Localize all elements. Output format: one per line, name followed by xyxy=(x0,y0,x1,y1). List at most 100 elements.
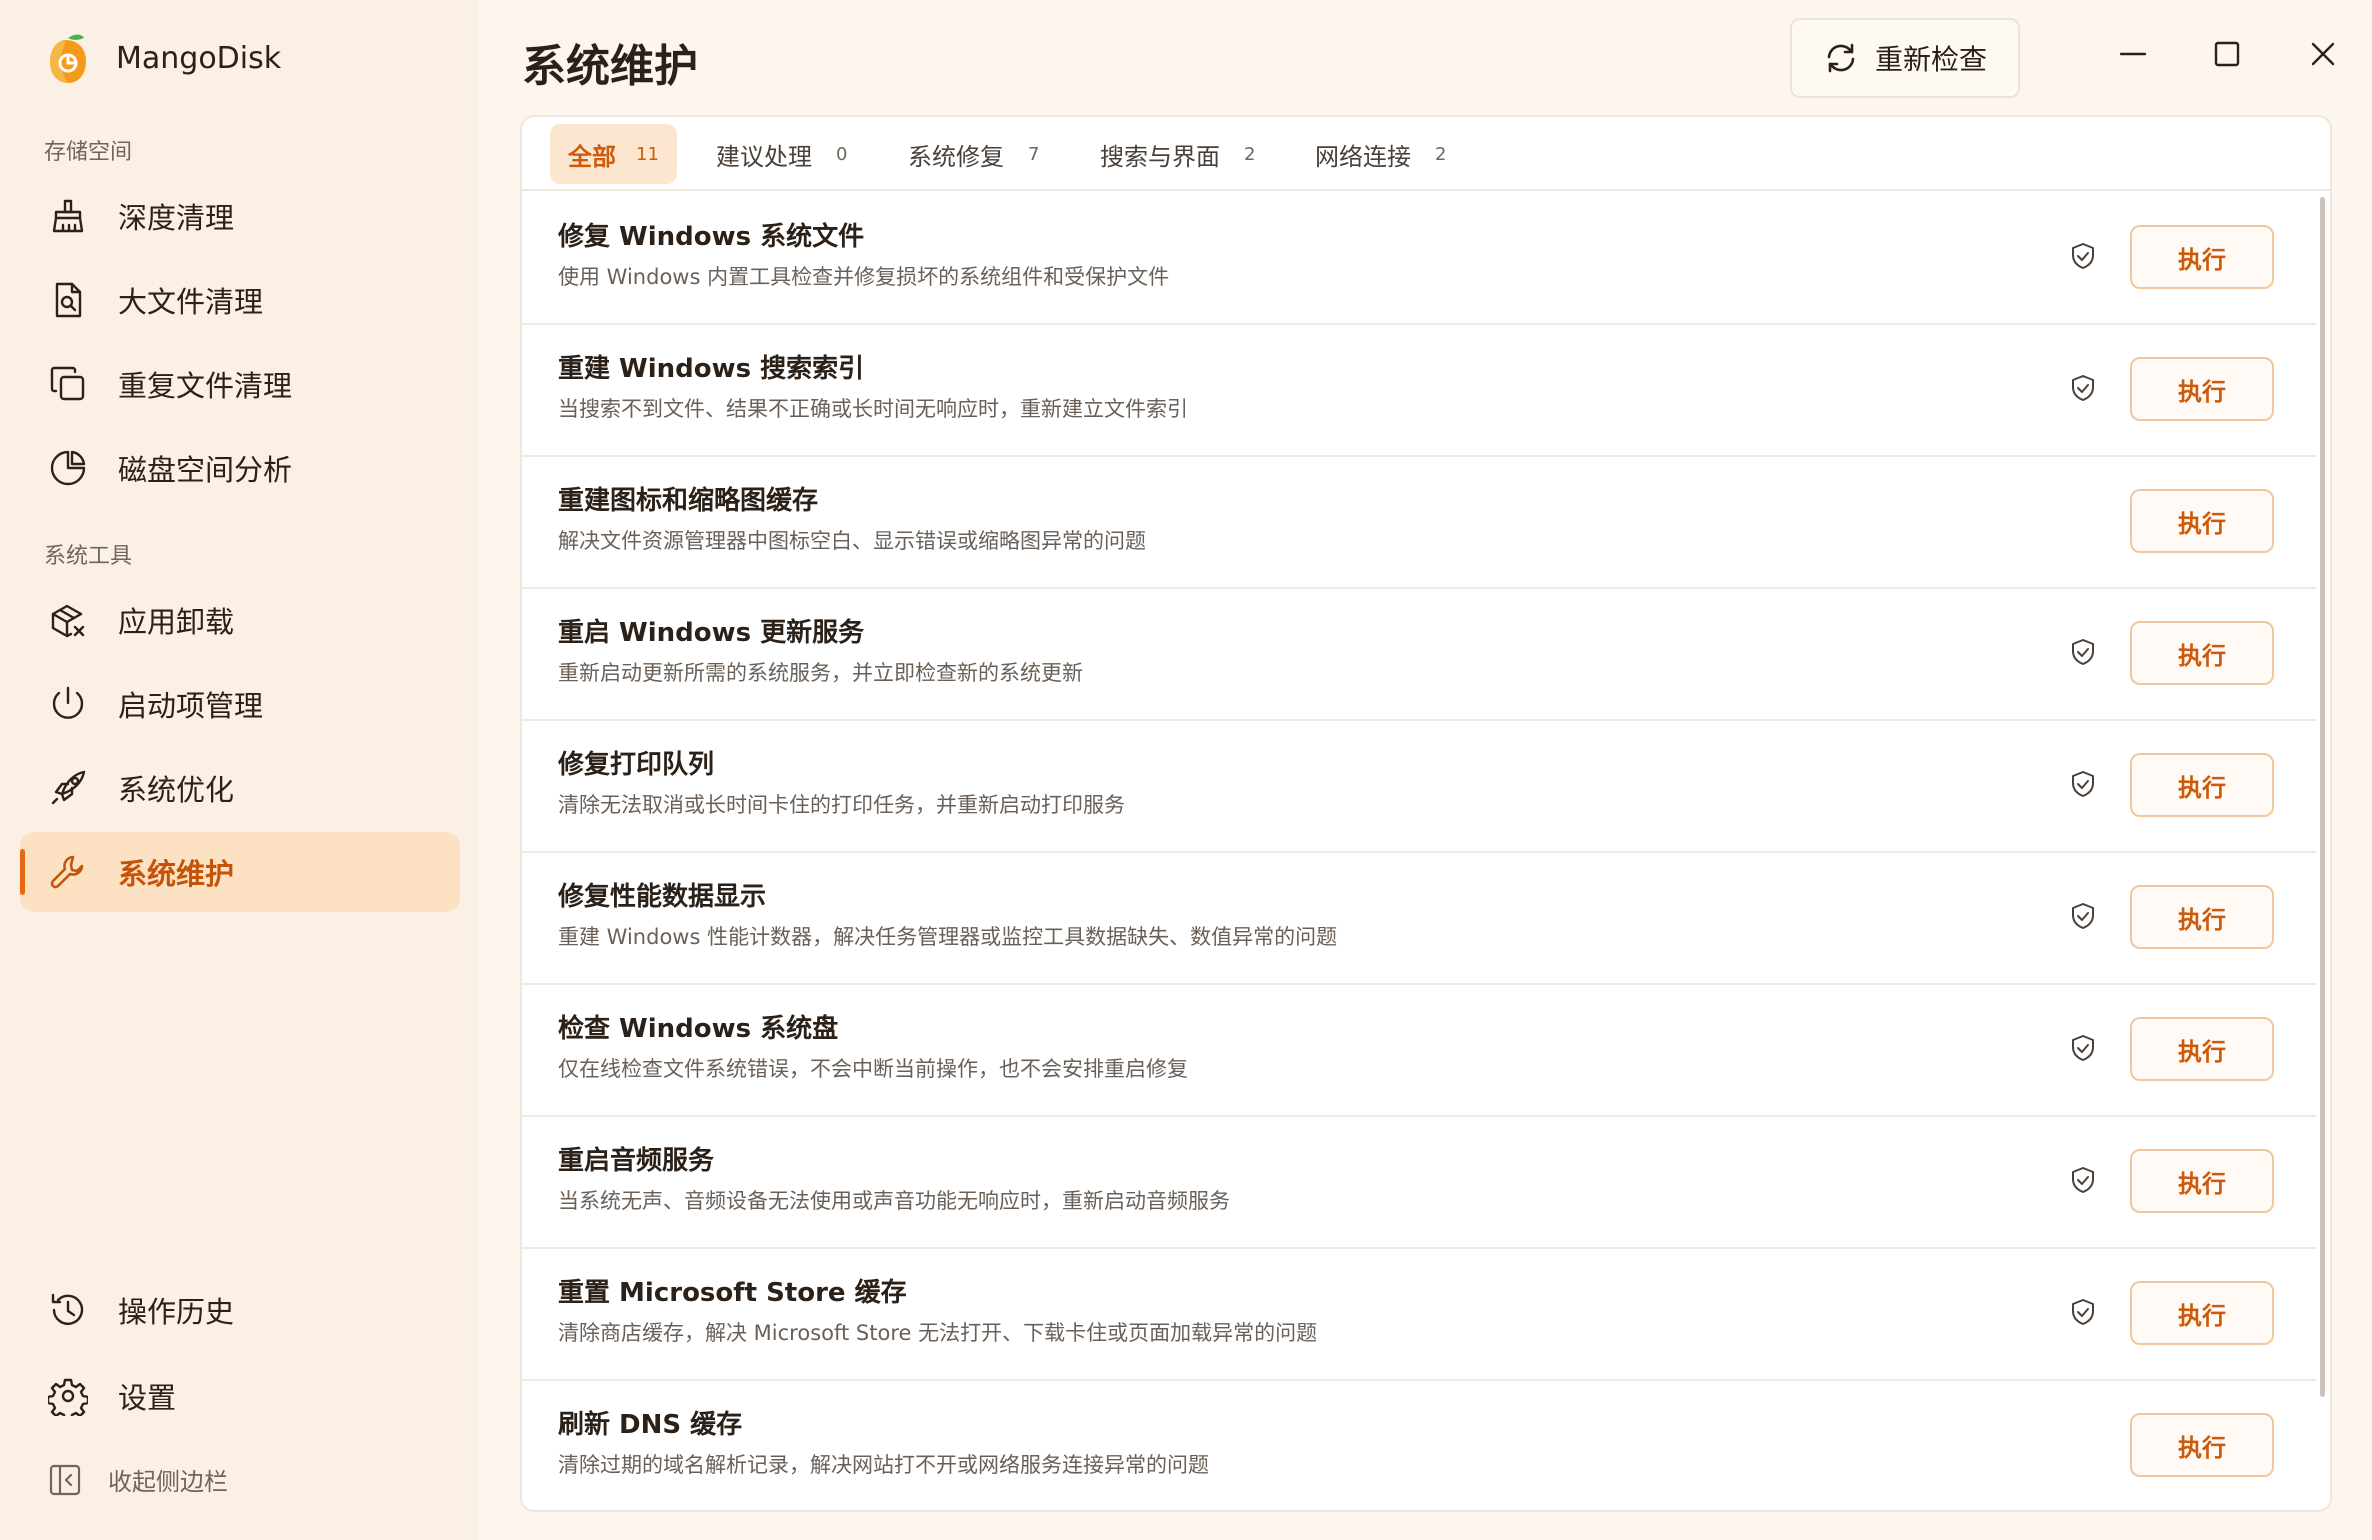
sidebar-item-label: 系统维护 xyxy=(118,857,235,891)
shield-check-icon xyxy=(2072,1035,2094,1061)
sidebar-item-label: 设置 xyxy=(118,1381,177,1415)
group-title-storage: 存储空间 xyxy=(44,140,133,165)
sidebar-item-maintenance[interactable]: 系统维护 xyxy=(20,832,460,912)
history-icon xyxy=(46,1288,90,1332)
maximize-icon xyxy=(2214,41,2240,67)
app-name: MangoDisk xyxy=(116,40,282,76)
copy-icon xyxy=(46,362,90,406)
task-title: 重置 Microsoft Store 缓存 xyxy=(558,1278,907,1308)
tab-count: 11 xyxy=(636,143,659,165)
tab-count: 0 xyxy=(836,143,848,165)
package-x-icon xyxy=(46,598,90,642)
task-description: 清除无法取消或长时间卡住的打印任务，并重新启动打印服务 xyxy=(558,793,1125,817)
sidebar-item-history[interactable]: 操作历史 xyxy=(20,1270,460,1350)
task-description: 当系统无声、音频设备无法使用或声音功能无响应时，重新启动音频服务 xyxy=(558,1189,1230,1213)
tab-label: 全部 xyxy=(568,142,616,171)
tab-count: 2 xyxy=(1244,143,1256,165)
recheck-label: 重新检查 xyxy=(1874,43,1987,76)
execute-button[interactable]: 执行 xyxy=(2130,225,2274,289)
tab-label: 搜索与界面 xyxy=(1100,142,1220,171)
list-item: 修复 Windows 系统文件 使用 Windows 内置工具检查并修复损坏的系… xyxy=(522,193,2316,325)
group-title-tools: 系统工具 xyxy=(44,544,133,569)
shield-check-icon xyxy=(2072,1167,2094,1193)
execute-button[interactable]: 执行 xyxy=(2130,621,2274,685)
gear-icon xyxy=(46,1374,90,1418)
shield-check-icon xyxy=(2072,639,2094,665)
execute-button[interactable]: 执行 xyxy=(2130,1413,2274,1477)
tab-count: 7 xyxy=(1028,143,1040,165)
task-description: 重建 Windows 性能计数器，解决任务管理器或监控工具数据缺失、数值异常的问… xyxy=(558,925,1338,949)
sidebar-item-label: 磁盘空间分析 xyxy=(118,453,293,487)
file-search-icon xyxy=(46,278,90,322)
shield-check-icon xyxy=(2072,771,2094,797)
task-description: 当搜索不到文件、结果不正确或长时间无响应时，重新建立文件索引 xyxy=(558,397,1188,421)
sidebar-item-label: 重复文件清理 xyxy=(118,369,293,403)
sidebar-item-settings[interactable]: 设置 xyxy=(20,1356,460,1436)
execute-button[interactable]: 执行 xyxy=(2130,1281,2274,1345)
task-title: 修复性能数据显示 xyxy=(558,882,767,912)
list-item: 重置 Microsoft Store 缓存 清除商店缓存，解决 Microsof… xyxy=(522,1249,2316,1381)
task-description: 清除过期的域名解析记录，解决网站打不开或网络服务连接异常的问题 xyxy=(558,1453,1209,1477)
sidebar-item-optimize[interactable]: 系统优化 xyxy=(20,748,460,828)
power-icon xyxy=(46,682,90,726)
list-item: 重建图标和缩略图缓存 解决文件资源管理器中图标空白、显示错误或缩略图异常的问题 … xyxy=(522,457,2316,589)
sidebar-item-label: 大文件清理 xyxy=(118,285,264,319)
tab-search-ui[interactable]: 搜索与界面 2 xyxy=(1082,124,1273,184)
list-item: 重建 Windows 搜索索引 当搜索不到文件、结果不正确或长时间无响应时，重新… xyxy=(522,325,2316,457)
sidebar-item-uninstall[interactable]: 应用卸载 xyxy=(20,580,460,660)
task-title: 刷新 DNS 缓存 xyxy=(558,1410,743,1440)
close-button[interactable] xyxy=(2303,34,2343,74)
collapse-sidebar-label: 收起侧边栏 xyxy=(108,1468,228,1496)
sidebar-item-label: 应用卸载 xyxy=(118,605,235,639)
tab-all[interactable]: 全部 11 xyxy=(550,124,677,184)
execute-button[interactable]: 执行 xyxy=(2130,489,2274,553)
tab-count: 2 xyxy=(1435,143,1447,165)
sidebar-item-disk-analysis[interactable]: 磁盘空间分析 xyxy=(20,428,460,508)
task-description: 重新启动更新所需的系统服务，并立即检查新的系统更新 xyxy=(558,661,1083,685)
list-item: 刷新 DNS 缓存 清除过期的域名解析记录，解决网站打不开或网络服务连接异常的问… xyxy=(522,1381,2316,1510)
tab-network[interactable]: 网络连接 2 xyxy=(1297,124,1464,184)
recheck-button[interactable]: 重新检查 xyxy=(1790,18,2020,98)
shield-check-icon xyxy=(2072,903,2094,929)
task-description: 清除商店缓存，解决 Microsoft Store 无法打开、下载卡住或页面加载… xyxy=(558,1321,1318,1345)
list-item: 修复打印队列 清除无法取消或长时间卡住的打印任务，并重新启动打印服务 执行 xyxy=(522,721,2316,853)
list-item: 检查 Windows 系统盘 仅在线检查文件系统错误，不会中断当前操作，也不会安… xyxy=(522,985,2316,1117)
task-title: 重启 Windows 更新服务 xyxy=(558,618,865,648)
task-title: 重建图标和缩略图缓存 xyxy=(558,486,819,516)
sidebar-item-label: 系统优化 xyxy=(118,773,235,807)
execute-button[interactable]: 执行 xyxy=(2130,1149,2274,1213)
tab-label: 建议处理 xyxy=(716,142,812,171)
minimize-button[interactable] xyxy=(2113,34,2153,74)
sidebar-item-deep-clean[interactable]: 深度清理 xyxy=(20,176,460,256)
collapse-sidebar-button[interactable]: 收起侧边栏 xyxy=(48,1462,228,1497)
shield-check-icon xyxy=(2072,243,2094,269)
refresh-icon xyxy=(1827,43,1855,73)
list-item: 重启音频服务 当系统无声、音频设备无法使用或声音功能无响应时，重新启动音频服务 … xyxy=(522,1117,2316,1249)
scrollbar[interactable] xyxy=(2320,197,2325,1397)
execute-button[interactable]: 执行 xyxy=(2130,885,2274,949)
tab-system-repair[interactable]: 系统修复 7 xyxy=(890,124,1057,184)
task-description: 使用 Windows 内置工具检查并修复损坏的系统组件和受保护文件 xyxy=(558,265,1170,289)
shield-check-icon xyxy=(2072,375,2094,401)
sidebar: MangoDisk 存储空间 深度清理 大文件清理 重复文件清理 磁盘空间分析 … xyxy=(0,0,478,1540)
close-icon xyxy=(2311,42,2335,66)
mango-logo-icon xyxy=(50,34,86,83)
sidebar-item-startup[interactable]: 启动项管理 xyxy=(20,664,460,744)
sidebar-collapse-icon xyxy=(49,1464,81,1495)
maximize-button[interactable] xyxy=(2207,34,2247,74)
task-title: 修复打印队列 xyxy=(558,750,715,780)
page-title: 系统维护 xyxy=(522,41,698,92)
task-description: 仅在线检查文件系统错误，不会中断当前操作，也不会安排重启修复 xyxy=(558,1057,1188,1081)
task-title: 重建 Windows 搜索索引 xyxy=(558,354,865,384)
tab-recommended[interactable]: 建议处理 0 xyxy=(698,124,865,184)
task-panel: 全部 11 建议处理 0 系统修复 7 搜索与界面 2 网络连接 2 修复 Wi… xyxy=(520,115,2332,1512)
sidebar-item-large-files[interactable]: 大文件清理 xyxy=(20,260,460,340)
tab-label: 网络连接 xyxy=(1315,142,1411,171)
execute-button[interactable]: 执行 xyxy=(2130,1017,2274,1081)
execute-button[interactable]: 执行 xyxy=(2130,357,2274,421)
pie-chart-icon xyxy=(46,446,90,490)
sidebar-item-label: 深度清理 xyxy=(118,201,235,235)
execute-button[interactable]: 执行 xyxy=(2130,753,2274,817)
rocket-icon xyxy=(46,766,90,810)
sidebar-item-duplicates[interactable]: 重复文件清理 xyxy=(20,344,460,424)
